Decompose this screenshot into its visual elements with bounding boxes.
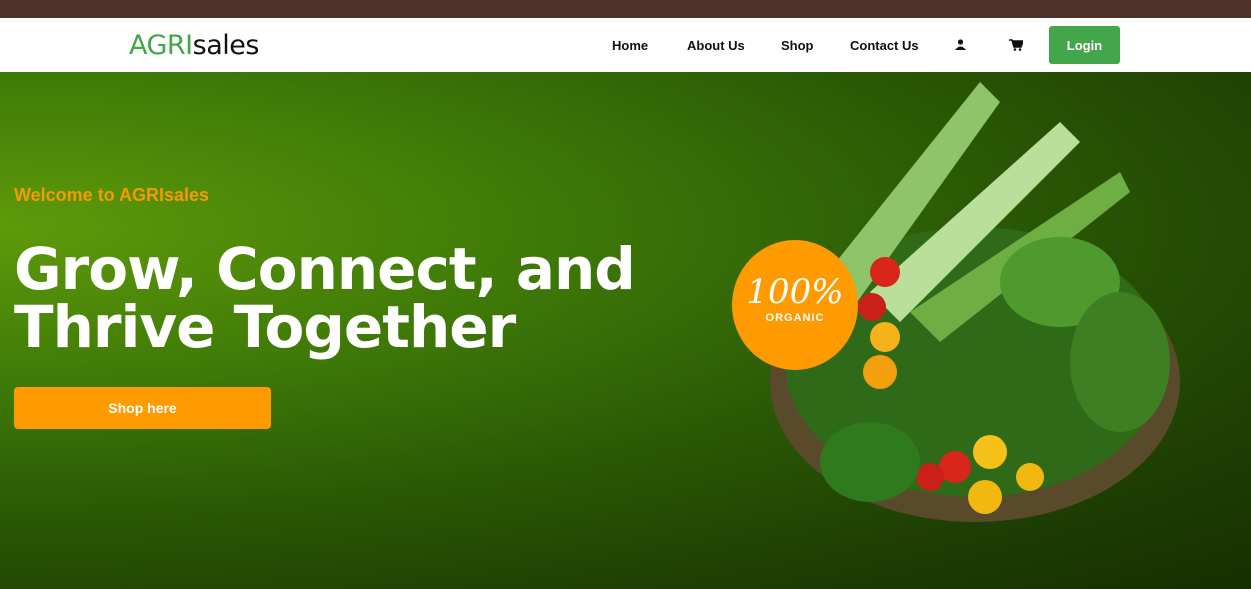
navbar: AGRIsales Home About Us Shop Contact Us … [0, 18, 1251, 72]
cart-icon[interactable] [1009, 39, 1023, 51]
top-bar [0, 0, 1251, 18]
nav-about[interactable]: About Us [687, 38, 745, 53]
nav-home[interactable]: Home [612, 38, 648, 53]
hero-section: Welcome to AGRIsales Grow, Connect, and T… [0, 72, 1251, 589]
hero-headline: Grow, Connect, and Thrive Together [14, 235, 636, 361]
nav-shop[interactable]: Shop [781, 38, 814, 53]
login-button[interactable]: Login [1049, 26, 1120, 64]
user-icon[interactable] [955, 39, 966, 50]
shop-here-button[interactable]: Shop here [14, 387, 271, 429]
welcome-text: Welcome to AGRIsales [14, 185, 210, 205]
nav-contact[interactable]: Contact Us [850, 38, 919, 53]
logo[interactable]: AGRIsales [129, 30, 259, 61]
organic-badge: 100% ORGANIC [732, 240, 858, 370]
